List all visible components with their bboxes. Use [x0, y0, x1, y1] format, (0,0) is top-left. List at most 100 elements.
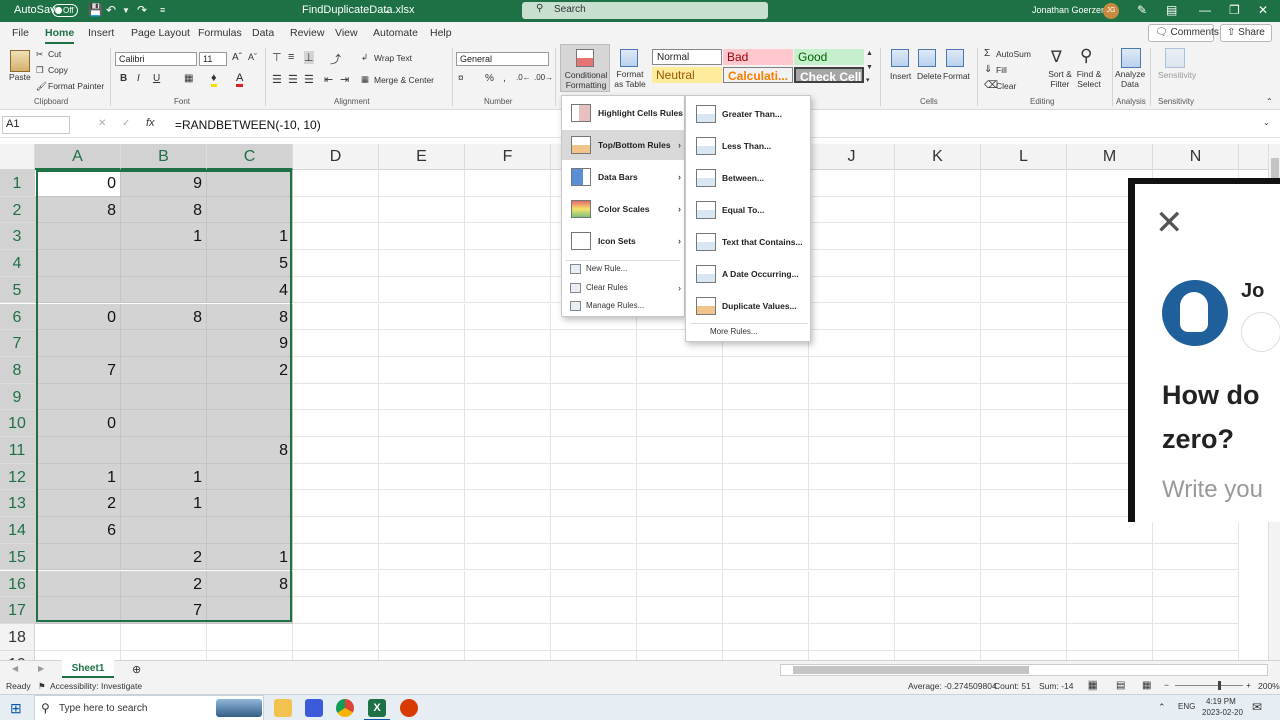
- cell-f12[interactable]: [465, 463, 551, 491]
- tab-automate[interactable]: Automate: [373, 27, 418, 39]
- cell-e2[interactable]: [379, 196, 465, 224]
- column-header-b[interactable]: B: [121, 144, 207, 170]
- cell-a3[interactable]: [35, 223, 121, 251]
- cell-a13[interactable]: 2: [35, 490, 121, 518]
- cell-l14[interactable]: [981, 517, 1067, 544]
- copy-button[interactable]: Copy: [48, 65, 68, 75]
- cell-k1[interactable]: [895, 170, 981, 197]
- format-painter-icon[interactable]: 🖌: [36, 81, 47, 92]
- align-middle-icon[interactable]: ≡: [288, 51, 294, 63]
- cell-j18[interactable]: [809, 623, 895, 651]
- row-header-6[interactable]: 6: [0, 303, 35, 331]
- cell-k3[interactable]: [895, 223, 981, 251]
- cell-i13[interactable]: [723, 490, 809, 518]
- formula-input[interactable]: =RANDBETWEEN(-10, 10): [175, 118, 321, 132]
- cell-k4[interactable]: [895, 250, 981, 277]
- cell-d1[interactable]: [293, 170, 379, 197]
- cell-l12[interactable]: [981, 463, 1067, 491]
- underline-button[interactable]: U: [153, 73, 160, 84]
- cell-e6[interactable]: [379, 303, 465, 331]
- cell-d11[interactable]: [293, 437, 379, 464]
- align-top-icon[interactable]: ⊤: [272, 51, 282, 64]
- cell-m18[interactable]: [1067, 623, 1153, 651]
- cell-b18[interactable]: [121, 623, 207, 651]
- sort-filter-button[interactable]: Sort & Filter: [1045, 69, 1075, 89]
- cell-f13[interactable]: [465, 490, 551, 518]
- cell-d3[interactable]: [293, 223, 379, 251]
- cut-icon[interactable]: ✂: [36, 49, 43, 60]
- cell-d7[interactable]: [293, 330, 379, 357]
- cell-l11[interactable]: [981, 437, 1067, 464]
- cell-j3[interactable]: [809, 223, 895, 251]
- cell-b3[interactable]: 1: [121, 223, 207, 251]
- cell-b5[interactable]: [121, 276, 207, 304]
- styles-scroll-up-icon[interactable]: ▲: [866, 50, 873, 57]
- percent-icon[interactable]: %: [485, 73, 494, 84]
- cell-c15[interactable]: 1: [207, 543, 293, 571]
- cell-i14[interactable]: [723, 517, 809, 544]
- wrap-text-icon[interactable]: ↲: [361, 52, 368, 63]
- tab-page-layout[interactable]: Page Layout: [131, 27, 190, 39]
- row-header-10[interactable]: 10: [0, 410, 35, 437]
- font-size-select[interactable]: 11: [199, 52, 227, 66]
- submenu-item-greater-than[interactable]: Greater Than...: [686, 98, 782, 130]
- tab-help[interactable]: Help: [430, 27, 452, 39]
- chevron-down-icon[interactable]: ▼: [122, 6, 130, 15]
- cell-f2[interactable]: [465, 196, 551, 224]
- cell-f7[interactable]: [465, 330, 551, 357]
- cell-j9[interactable]: [809, 383, 895, 411]
- cell-h18[interactable]: [637, 623, 723, 651]
- cell-b7[interactable]: [121, 330, 207, 357]
- cell-l8[interactable]: [981, 356, 1067, 384]
- cell-g10[interactable]: [551, 410, 637, 437]
- overlay-reply-input[interactable]: Write you: [1162, 476, 1263, 504]
- cell-j6[interactable]: [809, 303, 895, 331]
- cell-e10[interactable]: [379, 410, 465, 437]
- cell-j4[interactable]: [809, 250, 895, 277]
- cell-d17[interactable]: [293, 597, 379, 624]
- cell-f11[interactable]: [465, 437, 551, 464]
- find-select-button[interactable]: Find & Select: [1074, 69, 1104, 89]
- row-header-13[interactable]: 13: [0, 490, 35, 518]
- cell-f3[interactable]: [465, 223, 551, 251]
- font-color-icon[interactable]: A: [236, 72, 244, 87]
- cell-a7[interactable]: [35, 330, 121, 357]
- scrollbar-thumb[interactable]: [793, 666, 1029, 674]
- cell-j11[interactable]: [809, 437, 895, 464]
- column-header-e[interactable]: E: [379, 144, 465, 170]
- column-header-f[interactable]: F: [465, 144, 551, 170]
- cell-f14[interactable]: [465, 517, 551, 544]
- style-normal[interactable]: Normal: [652, 49, 722, 65]
- cell-j5[interactable]: [809, 276, 895, 304]
- cell-k9[interactable]: [895, 383, 981, 411]
- cell-l15[interactable]: [981, 543, 1067, 571]
- cell-k12[interactable]: [895, 463, 981, 491]
- format-painter-button[interactable]: Format Painter: [48, 81, 104, 91]
- cell-a9[interactable]: [35, 383, 121, 411]
- autosum-button[interactable]: AutoSum: [996, 49, 1031, 59]
- cell-j2[interactable]: [809, 196, 895, 224]
- row-header-12[interactable]: 12: [0, 463, 35, 491]
- cell-f10[interactable]: [465, 410, 551, 437]
- cell-a10[interactable]: 0: [35, 410, 121, 437]
- cell-a4[interactable]: [35, 250, 121, 277]
- cell-m16[interactable]: [1067, 570, 1153, 598]
- style-check-cell[interactable]: Check Cell: [794, 67, 864, 83]
- clock-time[interactable]: 4:19 PM: [1206, 697, 1236, 706]
- cell-k11[interactable]: [895, 437, 981, 464]
- horizontal-scrollbar[interactable]: [780, 664, 1268, 676]
- cell-b15[interactable]: 2: [121, 543, 207, 571]
- row-header-9[interactable]: 9: [0, 383, 35, 411]
- format-cells-icon[interactable]: [946, 49, 964, 67]
- cell-j15[interactable]: [809, 543, 895, 571]
- cell-g14[interactable]: [551, 517, 637, 544]
- row-header-16[interactable]: 16: [0, 570, 35, 598]
- page-layout-view-icon[interactable]: ▤: [1116, 680, 1125, 691]
- merge-icon[interactable]: ▦: [361, 74, 369, 85]
- insert-cells-button[interactable]: Insert: [890, 71, 911, 81]
- cell-g9[interactable]: [551, 383, 637, 411]
- analyze-data-icon[interactable]: [1121, 48, 1141, 68]
- cell-l3[interactable]: [981, 223, 1067, 251]
- cell-b4[interactable]: [121, 250, 207, 277]
- pen-icon[interactable]: ✎: [1137, 3, 1147, 17]
